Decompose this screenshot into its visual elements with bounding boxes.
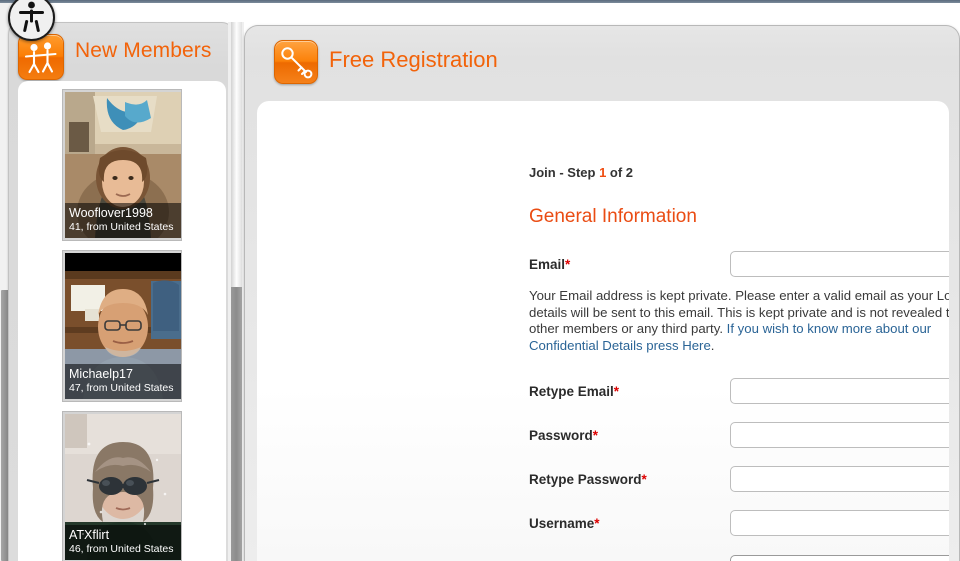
step-indicator: Join - Step 1 of 2 <box>529 165 633 180</box>
privacy-note: Your Email address is kept private. Plea… <box>529 288 949 354</box>
top-chrome-rule <box>0 0 960 3</box>
password-field[interactable] <box>730 422 949 448</box>
page-title: Free Registration <box>329 47 498 72</box>
list-item[interactable]: Michaelp17 47, from United States <box>62 250 182 402</box>
member-meta: 41, from United States <box>69 221 174 234</box>
member-meta: 47, from United States <box>69 382 174 395</box>
member-name: ATXflirt <box>69 527 110 542</box>
free-registration-header: Free Registration <box>245 26 959 101</box>
email-field[interactable] <box>730 251 949 277</box>
member-photo: Michaelp17 47, from United States <box>65 253 181 399</box>
username-field[interactable] <box>730 510 949 536</box>
required-marker: * <box>641 472 647 487</box>
new-members-title: New Members <box>75 39 212 62</box>
members-column-scrollbar-thumb[interactable] <box>231 287 242 561</box>
list-item[interactable]: Wooflover1998 41, from United States <box>62 89 182 241</box>
retype-password-field[interactable] <box>730 466 949 492</box>
member-caption: ATXflirt 46, from United States <box>65 524 181 560</box>
step-suffix: of 2 <box>606 165 634 180</box>
username-label-text: Username <box>529 516 595 531</box>
required-marker: * <box>613 384 620 399</box>
retype-email-field[interactable] <box>730 378 949 404</box>
new-members-panel: New Members Wooflover1998 41, from Unite… <box>8 22 234 561</box>
member-caption: Michaelp17 47, from United States <box>65 363 181 399</box>
step-prefix: Join - Step <box>529 165 600 180</box>
member-caption: Wooflover1998 41, from United States <box>65 202 181 238</box>
password-label: Password* <box>529 428 598 443</box>
retype-password-label-text: Retype Password <box>529 472 642 487</box>
email-label-text: Email <box>529 257 566 272</box>
free-registration-panel: Free Registration Join - Step 1 of 2 Gen… <box>244 25 960 561</box>
username-label: Username* <box>529 516 600 531</box>
gender-select[interactable]: Choose <box>730 555 949 561</box>
new-members-list: Wooflover1998 41, from United States Mic… <box>18 81 226 561</box>
accessibility-person-icon[interactable] <box>8 0 55 41</box>
privacy-note-trailing: . <box>710 337 715 353</box>
password-label-text: Password <box>529 428 593 443</box>
member-photo: ATXflirt 46, from United States <box>65 414 181 560</box>
required-marker: * <box>565 257 571 272</box>
member-meta: 46, from United States <box>69 543 174 556</box>
list-item[interactable]: ATXflirt 46, from United States <box>62 411 182 561</box>
member-photo: Wooflover1998 41, from United States <box>65 92 181 238</box>
key-icon <box>274 40 318 84</box>
retype-email-label-text: Retype Email <box>529 384 614 399</box>
browser-viewport: New Members Wooflover1998 41, from Unite… <box>0 0 960 561</box>
required-marker: * <box>594 516 600 531</box>
section-heading: General Information <box>529 206 697 227</box>
member-name: Michaelp17 <box>69 366 133 381</box>
registration-form-body: Join - Step 1 of 2 General Information E… <box>257 101 949 561</box>
retype-email-label: Retype Email* <box>529 384 619 399</box>
retype-password-label: Retype Password* <box>529 472 647 487</box>
email-label: Email* <box>529 257 570 272</box>
member-name: Wooflover1998 <box>69 205 153 220</box>
required-marker: * <box>592 428 599 443</box>
members-column-scrollbar[interactable] <box>228 22 244 561</box>
